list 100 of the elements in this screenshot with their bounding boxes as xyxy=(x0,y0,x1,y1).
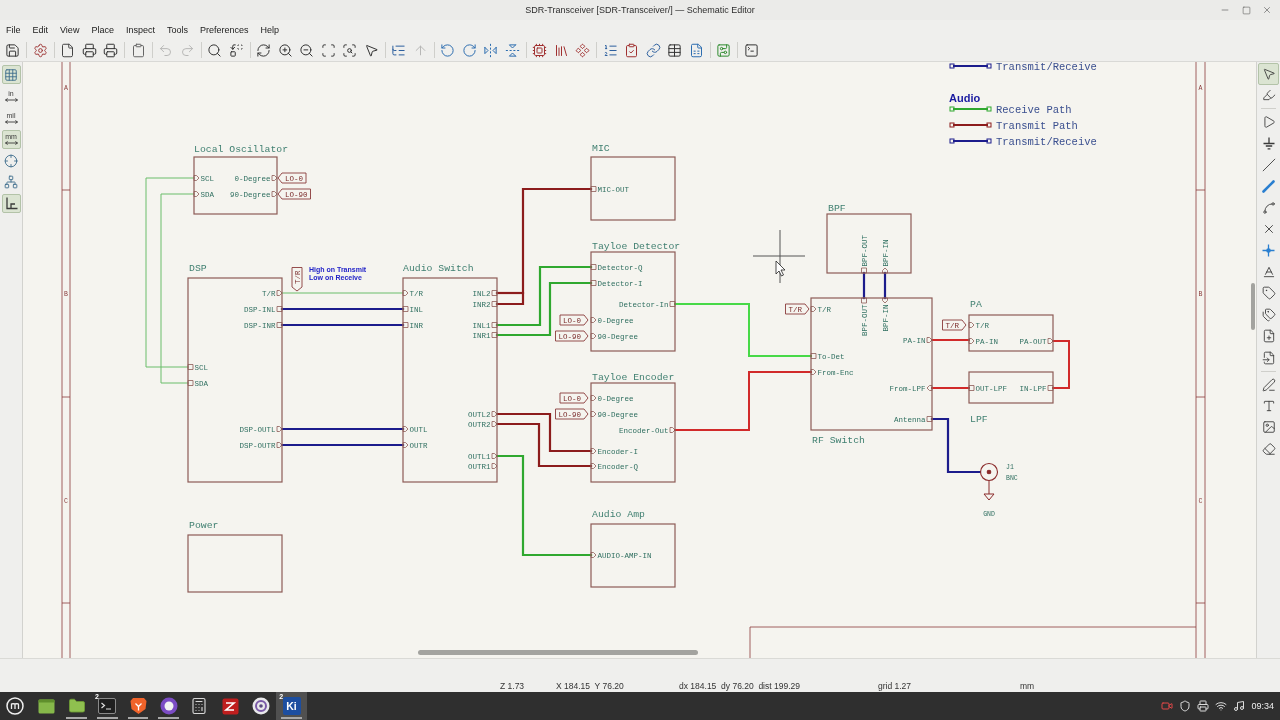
menu-item[interactable]: Place xyxy=(85,21,120,38)
thick-line-icon xyxy=(1262,180,1275,194)
grid-icon xyxy=(4,67,18,82)
file-input-icon xyxy=(1261,350,1276,365)
horizontal-scrollbar[interactable] xyxy=(418,650,698,655)
sheet-title: BPF xyxy=(828,203,846,214)
wire xyxy=(862,271,866,300)
save-icon xyxy=(5,42,21,58)
checklist-icon xyxy=(624,42,640,58)
tags-icon xyxy=(1261,307,1276,322)
square-logo-icon xyxy=(221,697,239,715)
menu-item[interactable]: Tools xyxy=(160,21,194,38)
video-camera-icon xyxy=(1161,700,1174,712)
lens-icon xyxy=(251,697,270,715)
diamonds-icon xyxy=(575,42,591,58)
table-icon xyxy=(667,42,683,58)
menu-item[interactable]: Help xyxy=(254,21,285,38)
scan-frame-icon xyxy=(320,42,336,58)
grid-button[interactable] xyxy=(1,65,21,84)
vertical-scrollbar[interactable] xyxy=(1251,283,1255,330)
link-icon xyxy=(645,42,661,58)
pointer-icon xyxy=(363,42,379,58)
legend-label: Receive Path xyxy=(996,104,1072,116)
maximize-icon xyxy=(1241,5,1251,15)
cursor-delta: dx 184.15 dy 76.20 dist 199.29 xyxy=(679,681,801,691)
image-icon xyxy=(1261,420,1276,435)
scan-search-icon xyxy=(342,42,358,58)
menu-item[interactable]: Inspect xyxy=(119,21,161,38)
wire xyxy=(883,271,887,300)
file-plus-icon xyxy=(1261,329,1276,344)
junction-icon xyxy=(1262,244,1275,258)
sheet-title: MIC xyxy=(592,143,610,154)
underlined-letter-icon xyxy=(1261,265,1276,280)
legend-title: Audio xyxy=(949,92,981,104)
clipboard-icon xyxy=(130,42,146,58)
sheet-title: LPF xyxy=(970,414,988,425)
legend-label: Transmit/Receive xyxy=(996,62,1097,73)
sheet-title: Tayloe Encoder xyxy=(592,372,675,383)
settings-icon xyxy=(32,42,48,58)
wire xyxy=(931,387,970,389)
legend-label: Transmit/Receive xyxy=(996,136,1097,148)
wifi-icon xyxy=(1215,700,1228,712)
list-tree-icon xyxy=(391,42,407,58)
tray-button[interactable] xyxy=(1197,700,1210,712)
sheet-title: RF Switch xyxy=(812,435,865,446)
zoom-in-icon xyxy=(277,42,293,58)
menu-item[interactable]: File xyxy=(0,21,27,38)
ground-icon xyxy=(1261,137,1276,151)
page-icon xyxy=(60,42,76,58)
text-icon xyxy=(1261,399,1276,414)
close-button[interactable] xyxy=(1262,5,1272,15)
double-arrow-icon xyxy=(4,98,18,102)
units-readout: mm xyxy=(1020,681,1036,691)
flip-horizontal-icon xyxy=(483,42,499,58)
pen-icon xyxy=(1261,377,1276,392)
double-arrow-icon xyxy=(4,119,18,124)
chip-icon xyxy=(532,42,548,58)
printer-icon xyxy=(103,42,119,58)
tray-button[interactable] xyxy=(1233,700,1246,712)
ground-symbol-icon xyxy=(983,480,995,501)
sheet-title: Local Oscillator xyxy=(194,144,289,155)
crosshair-icon xyxy=(4,153,18,168)
tray-button[interactable] xyxy=(1179,700,1192,712)
printer-icon xyxy=(1197,700,1210,712)
round-logo-icon xyxy=(6,697,25,715)
coax-connector-icon xyxy=(979,462,999,482)
highlighter-icon xyxy=(1261,88,1276,103)
tag-icon xyxy=(1261,286,1276,301)
clock: 09:34 xyxy=(1251,701,1274,711)
tray-button[interactable] xyxy=(1215,700,1228,712)
terminal-icon xyxy=(98,698,117,714)
shield-icon xyxy=(1179,700,1192,712)
right-angle-icon xyxy=(4,197,18,210)
cursor-position: X 184.15 Y 76.20 xyxy=(556,681,625,691)
legend-label: Transmit Path xyxy=(996,120,1078,132)
menu-item[interactable]: Edit xyxy=(26,21,55,38)
sheet-title: Audio Switch xyxy=(403,263,474,274)
crosshair-cursor-icon xyxy=(752,229,806,284)
sheet-title: PA xyxy=(970,299,982,310)
zoom-readout: Z 1.73 xyxy=(500,681,526,691)
refresh-icon xyxy=(256,42,272,58)
wire xyxy=(1052,340,1070,389)
line-icon xyxy=(1261,158,1276,173)
sheet-title: Tayloe Detector xyxy=(592,241,681,252)
curve-icon xyxy=(1261,200,1276,215)
menu-item[interactable]: Preferences xyxy=(193,21,255,38)
grid-readout: grid 1.27 xyxy=(878,681,913,691)
terminal-icon xyxy=(743,42,759,58)
spreadsheet-icon xyxy=(688,42,704,58)
menu-item[interactable]: View xyxy=(54,21,86,38)
triangle-icon xyxy=(1261,115,1276,130)
library-icon xyxy=(553,42,569,58)
select-tool-button[interactable] xyxy=(1258,63,1279,85)
close-icon xyxy=(1262,5,1272,15)
double-arrow-icon xyxy=(4,141,18,145)
calculator-icon xyxy=(190,697,209,715)
search-icon xyxy=(207,42,223,58)
mouse-pointer-icon xyxy=(775,260,786,277)
flip-vertical-icon xyxy=(504,42,520,58)
line-mode-button[interactable] xyxy=(1,194,21,213)
